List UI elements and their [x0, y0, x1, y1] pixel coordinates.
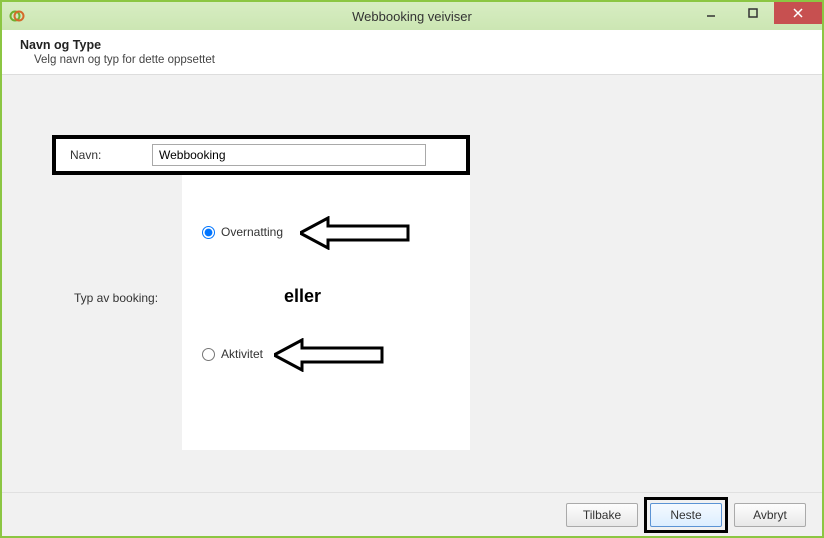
- wizard-header: Navn og Type Velg navn og typ for dette …: [2, 30, 822, 75]
- radio-option-overnight[interactable]: Overnatting: [202, 225, 283, 239]
- radio-activity-label: Aktivitet: [221, 347, 263, 361]
- back-button[interactable]: Tilbake: [566, 503, 638, 527]
- window-title: Webbooking veiviser: [352, 9, 472, 24]
- minimize-button[interactable]: [690, 2, 732, 24]
- radio-activity-input[interactable]: [202, 348, 215, 361]
- wizard-panel: [182, 135, 470, 450]
- wizard-window: Webbooking veiviser Navn og Type Velg na…: [0, 0, 824, 538]
- or-annotation-text: eller: [284, 286, 321, 307]
- booking-type-label: Typ av booking:: [74, 291, 158, 305]
- titlebar: Webbooking veiviser: [2, 2, 822, 30]
- next-button-highlight-box: Neste: [644, 497, 728, 533]
- wizard-body: Navn: Typ av booking: Overnatting eller …: [2, 75, 822, 492]
- name-field-highlight-box: Navn:: [52, 135, 470, 175]
- app-icon: [8, 7, 26, 25]
- next-button[interactable]: Neste: [650, 503, 722, 527]
- radio-overnight-label: Overnatting: [221, 225, 283, 239]
- name-label: Navn:: [70, 148, 152, 162]
- cancel-button[interactable]: Avbryt: [734, 503, 806, 527]
- annotation-arrow-icon: [300, 216, 410, 250]
- header-title: Navn og Type: [20, 38, 804, 52]
- annotation-arrow-icon: [274, 338, 384, 372]
- name-input[interactable]: [152, 144, 426, 166]
- close-button[interactable]: [774, 2, 822, 24]
- window-controls: [690, 2, 822, 24]
- wizard-footer: Tilbake Neste Avbryt: [2, 492, 822, 536]
- header-subtitle: Velg navn og typ for dette oppsettet: [34, 54, 804, 66]
- radio-option-activity[interactable]: Aktivitet: [202, 347, 263, 361]
- maximize-button[interactable]: [732, 2, 774, 24]
- radio-overnight-input[interactable]: [202, 226, 215, 239]
